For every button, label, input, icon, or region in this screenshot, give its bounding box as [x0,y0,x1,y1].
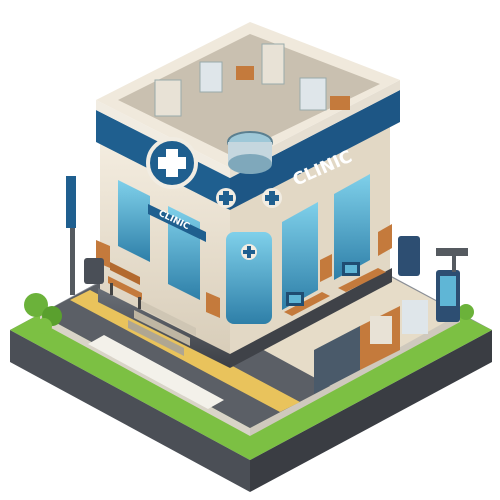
medical-cross-icon [241,244,257,260]
street-pole [66,176,76,295]
medical-cross-icon [262,188,282,208]
medical-cross-icon [146,137,198,189]
clinic-illustration: CLINIC CLINIC [10,22,492,492]
medical-cross-icon [216,188,236,208]
